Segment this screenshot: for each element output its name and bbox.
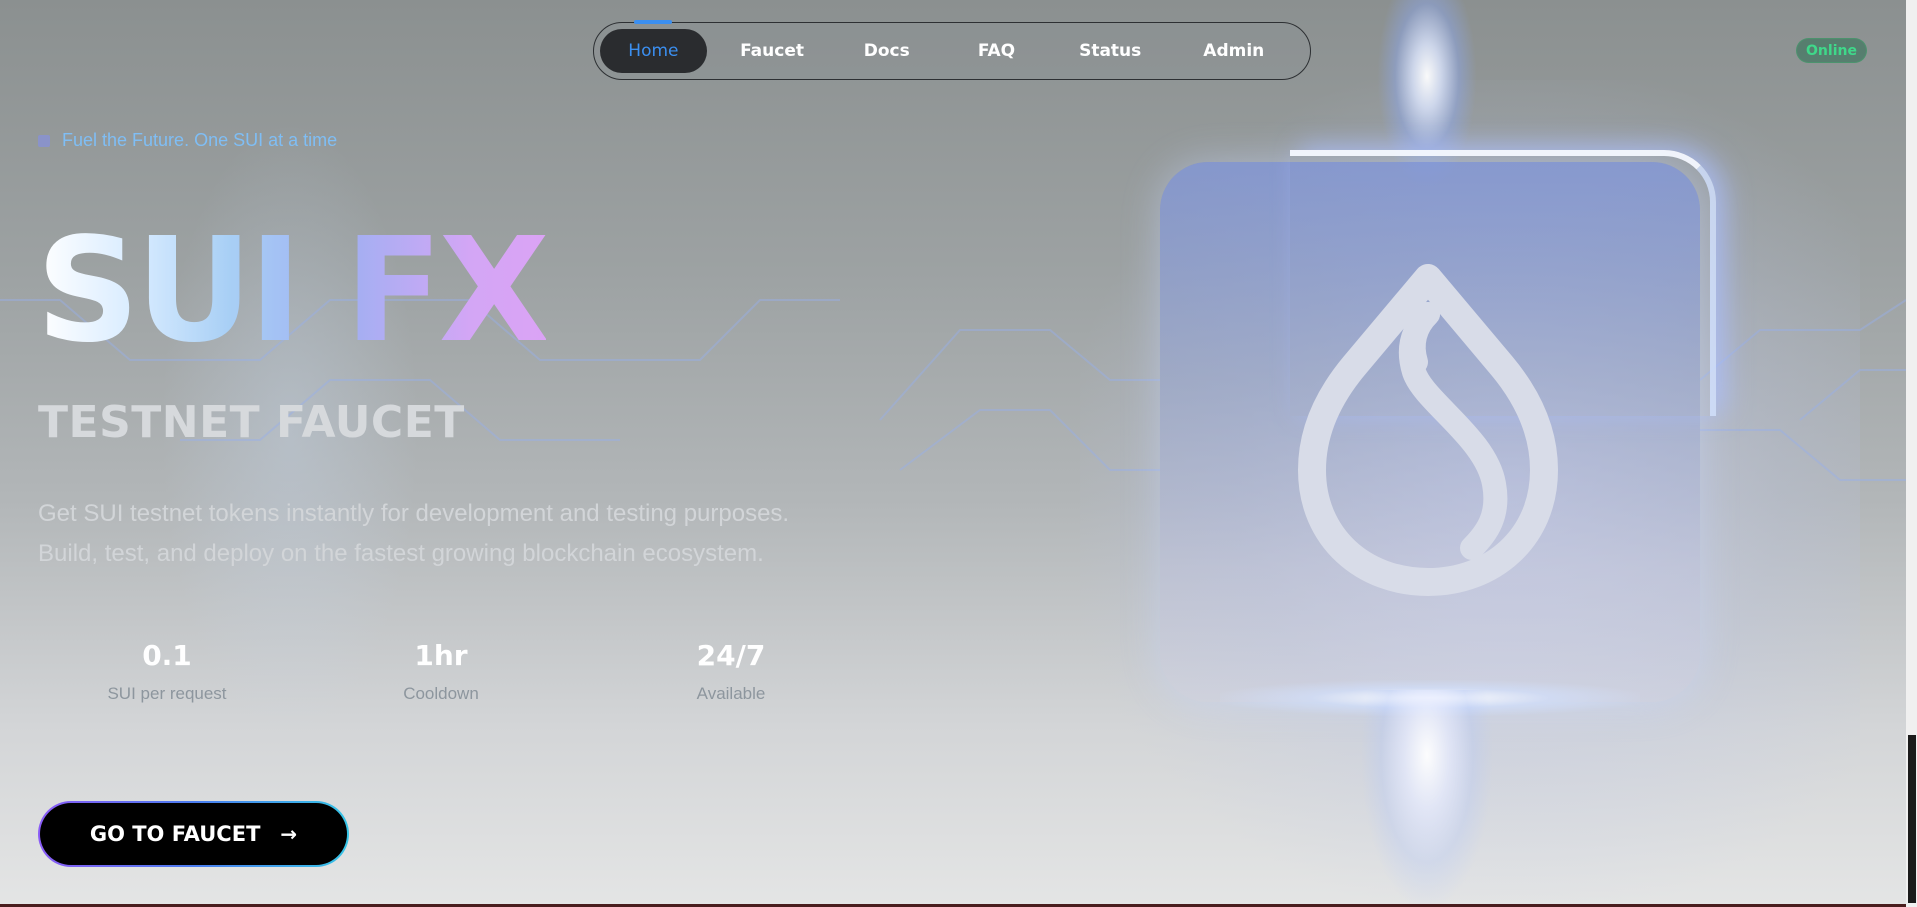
hero-description-line-2: Build, test, and deploy on the fastest g…: [38, 540, 764, 567]
hero-subtitle: TESTNET FAUCET: [38, 397, 465, 448]
nav-item-faucet[interactable]: Faucet: [707, 29, 838, 73]
main-nav: Home Faucet Docs FAQ Status Admin: [593, 20, 1311, 80]
energy-beam-bottom: [1362, 690, 1492, 904]
sui-droplet-icon: [1298, 264, 1558, 596]
nav-item-admin[interactable]: Admin: [1164, 29, 1304, 73]
tagline: Fuel the Future. One SUI at a time: [38, 130, 337, 151]
nav-item-status[interactable]: Status: [1057, 29, 1164, 73]
stat-label: Cooldown: [403, 684, 479, 703]
nav-item-home[interactable]: Home: [600, 29, 707, 73]
tagline-text: Fuel the Future. One SUI at a time: [62, 130, 338, 150]
stat-label: SUI per request: [107, 684, 227, 703]
hero-description: Get SUI testnet tokens instantly for dev…: [38, 494, 898, 574]
go-to-faucet-button[interactable]: GO TO FAUCET →: [38, 801, 349, 867]
nav-item-faq[interactable]: FAQ: [936, 29, 1057, 73]
scrollbar-thumb[interactable]: [1908, 735, 1916, 903]
tagline-bullet-icon: [38, 134, 50, 147]
hero-description-line-1: Get SUI testnet tokens instantly for dev…: [38, 500, 790, 527]
page: Home Faucet Docs FAQ Status Admin Online…: [0, 0, 1906, 904]
stat-label: Available: [696, 684, 766, 703]
online-status-badge: Online: [1796, 38, 1867, 63]
arrow-right-icon: →: [280, 822, 298, 846]
stat-availability: 24/7 Available: [586, 636, 876, 706]
hero-title: SUI FX: [36, 206, 550, 374]
stat-cooldown: 1hr Cooldown: [296, 636, 586, 706]
stat-value: 1hr: [414, 639, 468, 672]
stat-amount: 0.1 SUI per request: [38, 636, 296, 706]
stat-value: 24/7: [696, 639, 766, 672]
stat-value: 0.1: [142, 639, 192, 672]
stats-row: 0.1 SUI per request 1hr Cooldown 24/7 Av…: [38, 636, 876, 706]
nav-item-docs[interactable]: Docs: [837, 29, 936, 73]
go-to-faucet-label: GO TO FAUCET: [89, 822, 261, 846]
nav-active-indicator: [634, 20, 672, 24]
